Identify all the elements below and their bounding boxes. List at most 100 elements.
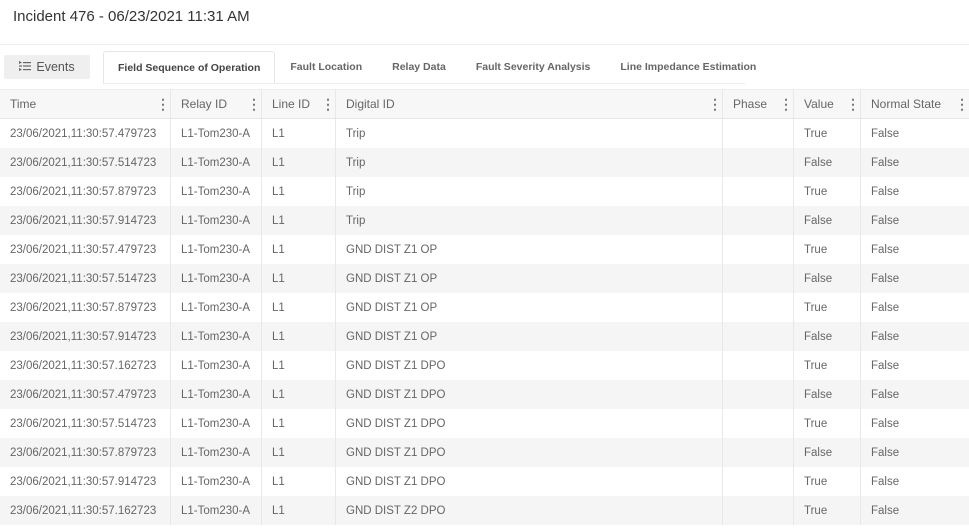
table-row[interactable]: 23/06/2021,11:30:57.162723 L1-Tom230-A L1 G… (0, 351, 969, 380)
cell-digital-id: GND DIST Z1 OP (336, 322, 723, 351)
table-row[interactable]: 23/06/2021,11:30:57.479723 L1-Tom230-A L1 G… (0, 380, 969, 409)
kebab-menu-icon[interactable]: ⋮ (955, 97, 969, 111)
cell-value: False (794, 322, 861, 351)
cell-phase (723, 380, 794, 409)
cell-phase (723, 148, 794, 177)
table-row[interactable]: 23/06/2021,11:30:57.479723 L1-Tom230-A L1 T… (0, 119, 969, 148)
cell-line-id: L1 (262, 293, 336, 322)
cell-normal-state: False (871, 127, 900, 140)
cell-time: 23/06/2021,11:30:57.162723 (0, 351, 171, 380)
tab-fault-severity-analysis[interactable]: Fault Severity Analysis (461, 51, 606, 83)
cell-relay-id: L1-Tom230-A (171, 322, 262, 351)
cell-phase (723, 119, 794, 148)
cell-line-id: L1 (262, 380, 336, 409)
column-header-digital-id[interactable]: Digital ID ⋮ (336, 90, 723, 118)
cell-digital-id: GND DIST Z1 DPO (336, 467, 723, 496)
cell-line-id: L1 (262, 235, 336, 264)
kebab-menu-icon[interactable]: ⋮ (321, 97, 335, 111)
tab-relay-data[interactable]: Relay Data (377, 51, 461, 83)
cell-phase (723, 322, 794, 351)
cell-relay-id: L1-Tom230-A (171, 264, 262, 293)
cell-relay-id: L1-Tom230-A (171, 293, 262, 322)
cell-time: 23/06/2021,11:30:57.479723 (0, 380, 171, 409)
cell-time: 23/06/2021,11:30:57.914723 (0, 467, 171, 496)
table-header-row: Time ⋮ Relay ID ⋮ Line ID ⋮ Digital ID ⋮… (0, 89, 969, 119)
title-bar: Incident 476 - 06/23/2021 11:31 AM (0, 0, 969, 44)
cell-relay-id: L1-Tom230-A (171, 206, 262, 235)
cell-relay-id: L1-Tom230-A (171, 467, 262, 496)
cell-relay-id: L1-Tom230-A (171, 119, 262, 148)
cell-value: True (794, 496, 861, 525)
cell-relay-id: L1-Tom230-A (171, 148, 262, 177)
cell-digital-id: Trip (336, 206, 723, 235)
column-header-normal-state[interactable]: Normal State ⋮ (861, 90, 969, 118)
column-header-label: Value (804, 97, 834, 111)
cell-normal-state: False (871, 417, 900, 430)
table-row[interactable]: 23/06/2021,11:30:57.514723 L1-Tom230-A L1 G… (0, 409, 969, 438)
cell-time: 23/06/2021,11:30:57.879723 (0, 177, 171, 206)
cell-line-id: L1 (262, 409, 336, 438)
column-header-label: Time (10, 97, 37, 111)
events-label: Events (36, 60, 75, 74)
kebab-menu-icon[interactable]: ⋮ (247, 97, 261, 111)
table-row[interactable]: 23/06/2021,11:30:57.914723 L1-Tom230-A L1 T… (0, 206, 969, 235)
column-header-label: Phase (733, 97, 768, 111)
cell-digital-id: GND DIST Z1 OP (336, 293, 723, 322)
kebab-menu-icon[interactable]: ⋮ (708, 97, 722, 111)
table-row[interactable]: 23/06/2021,11:30:57.879723 L1-Tom230-A L1 G… (0, 293, 969, 322)
column-header-value[interactable]: Value ⋮ (794, 90, 861, 118)
events-table: Time ⋮ Relay ID ⋮ Line ID ⋮ Digital ID ⋮… (0, 89, 969, 525)
cell-digital-id: GND DIST Z1 OP (336, 264, 723, 293)
cell-line-id: L1 (262, 206, 336, 235)
cell-phase (723, 409, 794, 438)
cell-normal-state: False (871, 504, 900, 517)
cell-digital-id: GND DIST Z1 OP (336, 235, 723, 264)
kebab-menu-icon[interactable]: ⋮ (846, 97, 860, 111)
cell-phase (723, 467, 794, 496)
cell-normal-state: False (871, 475, 900, 488)
column-header-line-id[interactable]: Line ID ⋮ (262, 90, 336, 118)
column-header-phase[interactable]: Phase ⋮ (723, 90, 794, 118)
table-row[interactable]: 23/06/2021,11:30:57.162723 L1-Tom230-A L1 G… (0, 496, 969, 525)
kebab-menu-icon[interactable]: ⋮ (779, 97, 793, 111)
table-row[interactable]: 23/06/2021,11:30:57.914723 L1-Tom230-A L1 G… (0, 467, 969, 496)
column-header-label: Normal State (871, 97, 942, 111)
cell-normal-state: False (871, 156, 900, 169)
table-row[interactable]: 23/06/2021,11:30:57.914723 L1-Tom230-A L1 G… (0, 322, 969, 351)
cell-value: False (794, 206, 861, 235)
tab-field-sequence-of-operation[interactable]: Field Sequence of Operation (103, 51, 276, 83)
column-header-label: Digital ID (346, 97, 395, 111)
table-row[interactable]: 23/06/2021,11:30:57.879723 L1-Tom230-A L1 T… (0, 177, 969, 206)
cell-digital-id: GND DIST Z1 DPO (336, 409, 723, 438)
cell-time: 23/06/2021,11:30:57.514723 (0, 148, 171, 177)
column-header-relay-id[interactable]: Relay ID ⋮ (171, 90, 262, 118)
cell-phase (723, 496, 794, 525)
column-header-time[interactable]: Time ⋮ (0, 90, 171, 118)
table-row[interactable]: 23/06/2021,11:30:57.514723 L1-Tom230-A L1 G… (0, 264, 969, 293)
page-title: Incident 476 - 06/23/2021 11:31 AM (13, 8, 250, 25)
tab-fault-location[interactable]: Fault Location (275, 51, 377, 83)
events-button[interactable]: Events (4, 55, 90, 79)
table-row[interactable]: 23/06/2021,11:30:57.514723 L1-Tom230-A L1 T… (0, 148, 969, 177)
cell-digital-id: GND DIST Z1 DPO (336, 351, 723, 380)
cell-digital-id: Trip (336, 148, 723, 177)
table-row[interactable]: 23/06/2021,11:30:57.479723 L1-Tom230-A L1 G… (0, 235, 969, 264)
cell-value: True (794, 177, 861, 206)
cell-phase (723, 351, 794, 380)
cell-line-id: L1 (262, 322, 336, 351)
cell-normal-state: False (871, 330, 900, 343)
cell-relay-id: L1-Tom230-A (171, 380, 262, 409)
cell-value: True (794, 119, 861, 148)
tab-line-impedance-estimation[interactable]: Line Impedance Estimation (605, 51, 771, 83)
cell-time: 23/06/2021,11:30:57.479723 (0, 119, 171, 148)
cell-digital-id: GND DIST Z1 DPO (336, 380, 723, 409)
cell-normal-state: False (871, 301, 900, 314)
cell-line-id: L1 (262, 148, 336, 177)
table-row[interactable]: 23/06/2021,11:30:57.879723 L1-Tom230-A L1 G… (0, 438, 969, 467)
cell-relay-id: L1-Tom230-A (171, 409, 262, 438)
cell-time: 23/06/2021,11:30:57.514723 (0, 409, 171, 438)
cell-normal-state: False (871, 359, 900, 372)
cell-digital-id: GND DIST Z2 DPO (336, 496, 723, 525)
kebab-menu-icon[interactable]: ⋮ (156, 97, 170, 111)
cell-phase (723, 293, 794, 322)
